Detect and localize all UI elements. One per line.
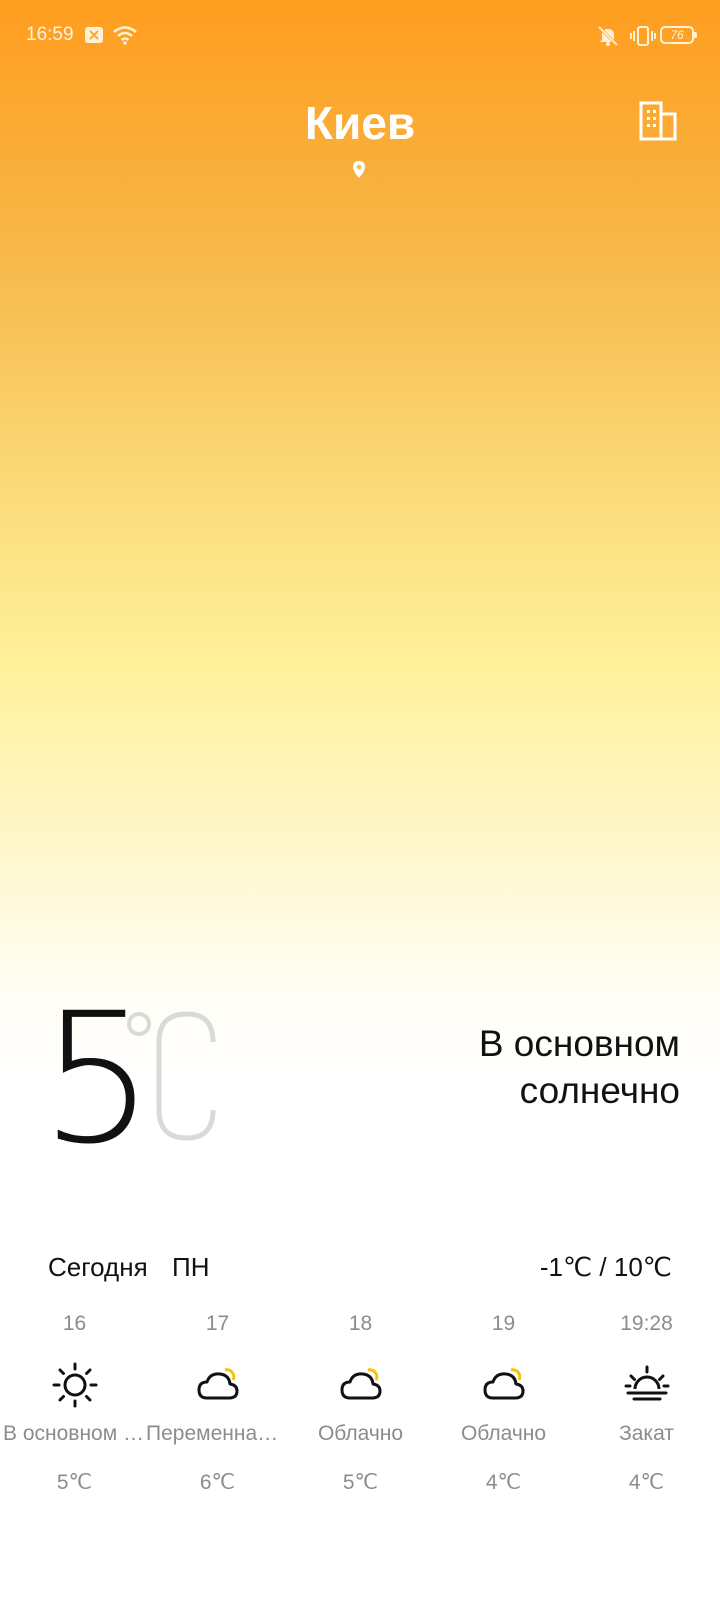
partly-cloudy-icon	[483, 1368, 524, 1400]
hourly-item: 16 В основном солнечно 5℃	[3, 1310, 146, 1495]
hour-temp: 5℃	[342, 1471, 379, 1494]
battery-icon: 76	[660, 26, 697, 44]
sun-icon	[52, 1362, 97, 1408]
hour-time: 19	[491, 1312, 516, 1335]
hour-condition: Облачно	[460, 1422, 547, 1445]
hour-condition: Облачно	[317, 1422, 404, 1445]
today-temp-range: -1℃ / 10℃	[539, 1252, 672, 1282]
city-title[interactable]: Киев	[0, 96, 720, 150]
location-pin-icon	[353, 161, 365, 178]
celsius-unit-icon	[127, 1011, 216, 1141]
today-weekday: ПН	[172, 1252, 210, 1282]
hour-temp: 4℃	[628, 1471, 665, 1494]
hour-condition: Переменная облачность	[146, 1422, 289, 1445]
hour-time: 19:28	[620, 1312, 673, 1335]
status-time: 16:59	[26, 24, 74, 45]
sunset-icon	[624, 1365, 669, 1401]
hourly-item: 19:28 Закат 4℃	[575, 1310, 718, 1495]
weather-screen: 16:59 76 Киев 5 В основном солнечно Сего…	[0, 0, 720, 1600]
today-label: Сегодня	[48, 1252, 148, 1282]
hour-condition: В основном солнечно	[3, 1422, 146, 1445]
mute-icon	[597, 25, 619, 47]
hour-condition: Закат	[619, 1422, 674, 1445]
partly-cloudy-icon	[197, 1368, 238, 1400]
hour-time: 17	[205, 1312, 230, 1335]
wifi-icon	[113, 26, 137, 45]
battery-level: 76	[670, 28, 684, 42]
buildings-icon[interactable]	[636, 100, 680, 144]
hourly-forecast[interactable]: 16 В основном солнечно 5℃ 17 Переменная …	[0, 1310, 720, 1510]
hourly-item: 19 Облачно 4℃	[432, 1310, 575, 1495]
vibrate-icon	[630, 26, 656, 46]
hour-temp: 4℃	[485, 1471, 522, 1494]
current-condition: В основном солнечно	[478, 1023, 680, 1111]
status-bar: 16:59 76	[0, 0, 720, 70]
hourly-item: 18 Облачно 5℃	[289, 1310, 432, 1495]
hourly-item: 17 Переменная облачность 6℃	[146, 1310, 289, 1495]
hour-time: 18	[348, 1312, 373, 1335]
notification-icon	[85, 27, 103, 43]
partly-cloudy-icon	[340, 1368, 381, 1400]
hour-temp: 6℃	[199, 1471, 236, 1494]
hour-temp: 5℃	[56, 1471, 93, 1494]
hour-time: 16	[62, 1312, 87, 1335]
